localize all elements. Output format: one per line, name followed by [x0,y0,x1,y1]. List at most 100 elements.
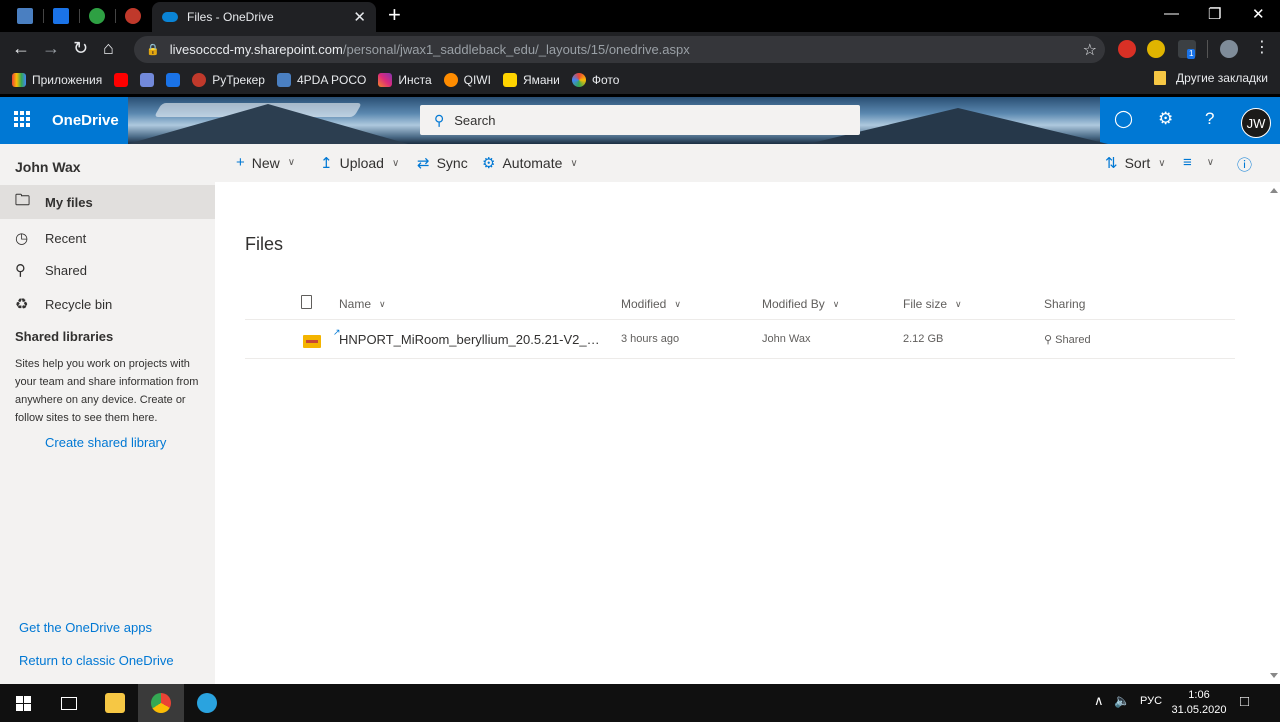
pinned-tab-mail[interactable] [44,4,78,28]
volume-icon[interactable]: 🔈 [1114,693,1130,709]
nav-item-recent[interactable]: ◷ Recent [0,221,215,255]
scrollbar[interactable] [1267,182,1280,684]
file-name-link[interactable]: HNPORT_MiRoom_beryllium_20.5.21-V2_10... [339,332,601,347]
bookmark-photos[interactable]: Фото [571,73,619,87]
nav-item-shared[interactable]: ⚲ Shared [0,253,215,287]
chevron-down-icon: ∨ [955,298,962,309]
home-icon[interactable]: ⌂ [103,38,114,58]
avatar[interactable]: JW [1241,108,1271,138]
app-name[interactable]: OneDrive [52,112,119,129]
bell-icon[interactable]: ◯ [1114,109,1133,129]
info-button[interactable]: ⓘ [1237,154,1259,175]
nav-item-my-files[interactable]: 🗀 My files [0,185,215,219]
close-tab-icon[interactable]: ✕ [353,8,366,26]
document-icon [301,295,312,309]
lock-icon: 🔒 [146,44,160,56]
tab-files-onedrive[interactable]: Files - OneDrive ✕ [152,2,376,32]
bookmark-label: QIWI [463,73,491,87]
nav-item-recycle-bin[interactable]: ♻ Recycle bin [0,287,215,321]
task-view-button[interactable] [46,684,92,722]
url-path: /personal/jwax1_saddleback_edu/_layouts/… [342,42,690,57]
view-options-button[interactable]: ≡ ∨ [1183,154,1214,171]
close-window-icon[interactable]: ✕ [1252,5,1265,23]
telegram-icon [197,693,217,713]
browser-menu-icon[interactable]: ⋮ [1254,38,1270,58]
scroll-down-arrow-icon[interactable] [1270,673,1278,678]
back-arrow-icon[interactable]: ← [12,38,30,58]
sync-button[interactable]: ⇄ Sync [417,154,468,172]
get-onedrive-apps-link[interactable]: Get the OneDrive apps [19,620,152,635]
column-header-modified-by[interactable]: Modified By ∨ [762,297,839,311]
apps-grid-icon [12,73,26,87]
create-shared-library-link[interactable]: Create shared library [45,435,166,450]
bookmark-discord[interactable] [140,73,155,87]
other-bookmarks[interactable]: Другие закладки [1154,71,1268,85]
scroll-up-arrow-icon[interactable] [1270,188,1278,193]
bookmark-label: 4PDA POCO [296,73,367,87]
info-icon: ⓘ [1237,157,1253,174]
forward-arrow-icon[interactable]: → [42,38,60,58]
people-icon: ⚲ [15,262,26,279]
tray-chevron-up-icon[interactable]: ∧ [1094,693,1104,709]
chevron-down-icon: ∨ [1158,157,1166,169]
upload-button[interactable]: ↥ Upload ∨ [320,154,399,172]
column-header-sharing[interactable]: Sharing [1044,297,1085,311]
start-button[interactable] [0,684,46,722]
bookmark-mail[interactable] [166,73,181,87]
column-header-modified[interactable]: Modified ∨ [621,297,681,311]
new-tab-button[interactable]: + [388,4,401,26]
help-icon[interactable]: ? [1205,109,1214,129]
profile-avatar-icon[interactable] [1220,40,1238,58]
pinned-tab-green[interactable] [80,4,114,28]
clock-time: 1:06 [1188,689,1210,701]
extension-shield-icon[interactable] [1118,40,1136,58]
search-box[interactable]: ⚲ Search [420,105,860,135]
shared-libraries-description: Sites help you work on projects with you… [15,358,199,424]
chevron-down-icon: ∨ [391,157,400,169]
bookmark-label: Инста [398,73,432,87]
bookmark-instagram[interactable]: Инста [378,73,432,87]
sharing-cell[interactable]: ⚲ Shared [1044,333,1091,346]
new-button[interactable]: + New ∨ [236,154,295,171]
yamani-icon [502,73,517,87]
telegram-taskbar-button[interactable] [184,684,230,722]
file-type-column-header[interactable] [301,295,312,309]
table-row[interactable]: ↗ HNPORT_MiRoom_beryllium_20.5.21-V2_10.… [245,321,1235,359]
pinned-tab-4pda[interactable] [8,4,42,28]
extension-coin-icon[interactable] [1147,40,1165,58]
nav-item-label: Recent [45,230,87,246]
bookmark-apps[interactable]: Приложения [12,73,102,87]
modified-by-cell: John Wax [762,333,811,345]
restore-icon[interactable]: ❐ [1208,5,1221,23]
app-launcher-icon[interactable] [14,111,30,127]
sort-button[interactable]: ⇅ Sort ∨ [1105,154,1166,172]
bookmark-yamani[interactable]: Ямани [502,73,560,87]
rutracker-icon [125,8,141,24]
chrome-taskbar-button[interactable] [138,684,184,722]
bookmark-youtube[interactable] [114,73,129,87]
browser-toolbar: ← → ↻ ⌂ 🔒 livesocccd-my.sharepoint.com/p… [0,32,1280,66]
column-header-file-size[interactable]: File size ∨ [903,297,962,311]
bookmark-qiwi[interactable]: QIWI [443,73,491,87]
language-indicator[interactable]: РУС [1140,695,1162,707]
bookmark-star-icon[interactable]: ☆ [1083,40,1097,60]
return-classic-link[interactable]: Return to classic OneDrive [19,653,174,668]
file-explorer-button[interactable] [92,684,138,722]
bookmark-rutracker[interactable]: РуТрекер [192,73,265,87]
pinned-tab-rutracker[interactable] [116,4,150,28]
bookmark-label: Приложения [32,73,103,87]
system-clock[interactable]: 1:06 31.05.2020 [1168,688,1230,718]
address-bar[interactable]: 🔒 livesocccd-my.sharepoint.com/personal/… [134,36,1105,63]
chevron-down-icon: ∨ [1206,157,1215,168]
column-header-name[interactable]: Name ∨ [339,297,386,311]
automate-button[interactable]: ⚙ Automate ∨ [482,154,578,172]
sharing-status: Shared [1055,334,1091,346]
extension-puzzle-icon[interactable]: 1 [1178,40,1196,59]
onedrive-cloud-icon [162,12,178,22]
action-center-icon[interactable]: □ [1240,693,1249,710]
bookmark-4pda-poco[interactable]: 4PDA POCO [276,73,367,87]
gear-icon[interactable]: ⚙ [1158,109,1173,129]
reload-icon[interactable]: ↻ [73,38,88,58]
shared-libraries-heading: Shared libraries [15,329,114,344]
minimize-icon[interactable]: — [1164,5,1179,22]
